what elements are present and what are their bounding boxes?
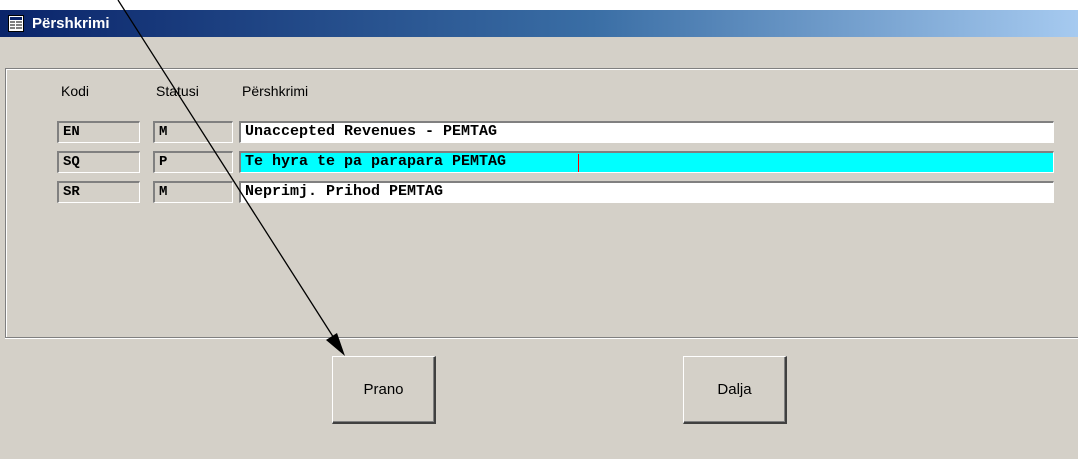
dialog-window: Përshkrimi bbox=[0, 10, 1078, 459]
accept-button[interactable]: Prano bbox=[332, 356, 436, 424]
status-field[interactable]: P bbox=[153, 151, 233, 173]
exit-button[interactable]: Dalja bbox=[683, 356, 787, 424]
description-group-box bbox=[5, 68, 1078, 338]
description-field-active[interactable]: Te hyra te pa parapara PEMTAG bbox=[239, 151, 1054, 173]
column-header-description: Përshkrimi bbox=[242, 83, 309, 99]
form-document-icon bbox=[8, 15, 24, 32]
title-bar[interactable]: Përshkrimi bbox=[0, 10, 1078, 37]
column-header-status: Statusi bbox=[156, 83, 199, 99]
status-field[interactable]: M bbox=[153, 121, 233, 143]
code-field[interactable]: EN bbox=[57, 121, 140, 143]
text-caret bbox=[578, 154, 579, 172]
description-field[interactable]: Neprimj. Prihod PEMTAG bbox=[239, 181, 1054, 203]
window-title: Përshkrimi bbox=[32, 15, 110, 32]
description-field[interactable]: Unaccepted Revenues - PEMTAG bbox=[239, 121, 1054, 143]
column-header-code: Kodi bbox=[61, 83, 90, 99]
code-field[interactable]: SQ bbox=[57, 151, 140, 173]
code-field[interactable]: SR bbox=[57, 181, 140, 203]
status-field[interactable]: M bbox=[153, 181, 233, 203]
